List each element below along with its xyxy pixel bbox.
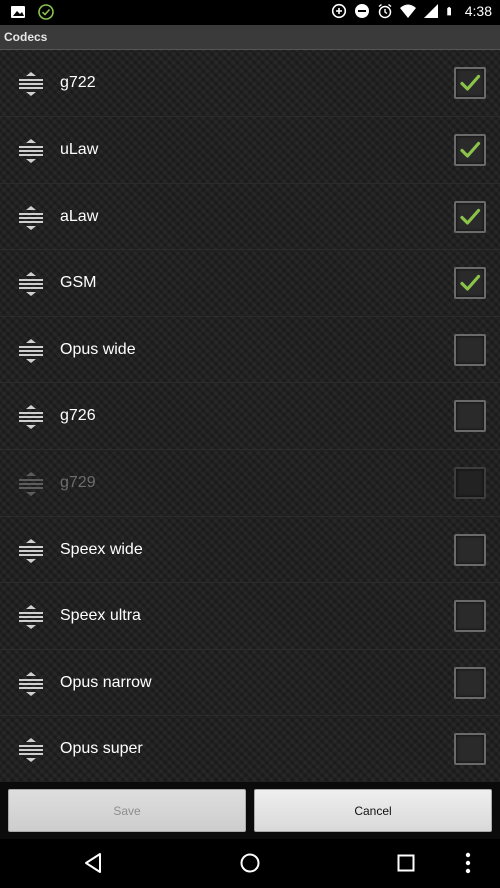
codec-checkbox[interactable] xyxy=(454,733,486,766)
codec-label: GSM xyxy=(60,274,97,292)
home-icon[interactable] xyxy=(238,851,262,875)
codec-label: g722 xyxy=(60,74,96,91)
codec-label: g729 xyxy=(60,473,96,491)
cancel-button[interactable]: Cancel xyxy=(254,789,492,832)
overflow-menu-icon[interactable] xyxy=(456,851,480,875)
codec-row[interactable]: Opus wide xyxy=(0,317,500,384)
drag-handle-icon[interactable] xyxy=(18,338,44,364)
do-not-disturb-icon xyxy=(354,4,369,18)
drag-handle-icon[interactable] xyxy=(18,604,44,630)
codec-checkbox[interactable] xyxy=(454,533,486,566)
status-bar: 4:38 xyxy=(0,0,500,25)
codec-list[interactable]: g722 uLaw aLaw GSM Opus wide g726 g729 Speex wi… xyxy=(0,50,500,782)
codec-checkbox[interactable] xyxy=(454,466,486,499)
recents-icon[interactable] xyxy=(394,851,418,875)
checkmark-icon xyxy=(460,74,481,91)
navigation-bar xyxy=(0,839,500,888)
checkmark-icon xyxy=(460,141,481,158)
codec-row[interactable]: Opus narrow xyxy=(0,650,500,717)
drag-handle-icon[interactable] xyxy=(18,138,44,164)
codec-row[interactable]: Speex ultra xyxy=(0,583,500,650)
drag-handle-icon[interactable] xyxy=(18,538,44,564)
data-saver-icon xyxy=(331,3,346,19)
codec-row[interactable]: g729 xyxy=(0,450,500,517)
codec-label: Opus narrow xyxy=(60,673,152,691)
codec-row[interactable]: g726 xyxy=(0,383,500,450)
codec-checkbox[interactable] xyxy=(454,267,486,300)
codec-checkbox[interactable] xyxy=(454,666,486,699)
drag-handle-icon[interactable] xyxy=(18,471,44,497)
drag-handle-icon[interactable] xyxy=(18,205,44,231)
codec-label: aLaw xyxy=(60,207,99,225)
drag-handle-icon[interactable] xyxy=(18,737,44,763)
title-bar: Codecs xyxy=(0,25,500,50)
codec-label: g726 xyxy=(60,407,96,425)
page-title: Codecs xyxy=(4,30,48,44)
codec-checkbox[interactable] xyxy=(454,200,486,233)
codec-checkbox[interactable] xyxy=(454,134,486,166)
codec-label: Speex wide xyxy=(60,540,143,558)
drag-handle-icon[interactable] xyxy=(18,271,44,297)
drag-handle-icon[interactable] xyxy=(18,71,44,97)
back-icon[interactable] xyxy=(81,851,105,875)
alarm-icon xyxy=(378,3,392,19)
codec-label: Speex ultra xyxy=(60,607,141,625)
checkmark-icon xyxy=(460,208,481,225)
image-icon xyxy=(11,6,25,18)
check-circle-icon xyxy=(38,4,54,20)
codec-row[interactable]: Speex wide xyxy=(0,517,500,584)
codec-row[interactable]: GSM xyxy=(0,250,500,317)
codec-checkbox[interactable] xyxy=(454,67,486,99)
codec-checkbox[interactable] xyxy=(454,400,486,433)
codec-row[interactable]: Opus super xyxy=(0,716,500,782)
codec-checkbox[interactable] xyxy=(454,600,486,633)
wifi-icon xyxy=(399,4,416,18)
codec-checkbox[interactable] xyxy=(454,333,486,366)
codec-row[interactable]: uLaw xyxy=(0,117,500,184)
checkmark-icon xyxy=(460,275,481,291)
button-bar: Save Cancel xyxy=(0,782,500,839)
codec-row[interactable]: aLaw xyxy=(0,184,500,251)
drag-handle-icon[interactable] xyxy=(18,404,44,430)
codec-label: uLaw xyxy=(60,141,99,158)
battery-icon xyxy=(447,6,451,16)
codec-row[interactable]: g722 xyxy=(0,50,500,117)
codec-label: Opus super xyxy=(60,740,143,758)
status-time: 4:38 xyxy=(464,3,492,19)
signal-icon xyxy=(423,4,438,18)
drag-handle-icon[interactable] xyxy=(18,671,44,697)
codec-label: Opus wide xyxy=(60,340,136,358)
save-button[interactable]: Save xyxy=(8,789,246,832)
